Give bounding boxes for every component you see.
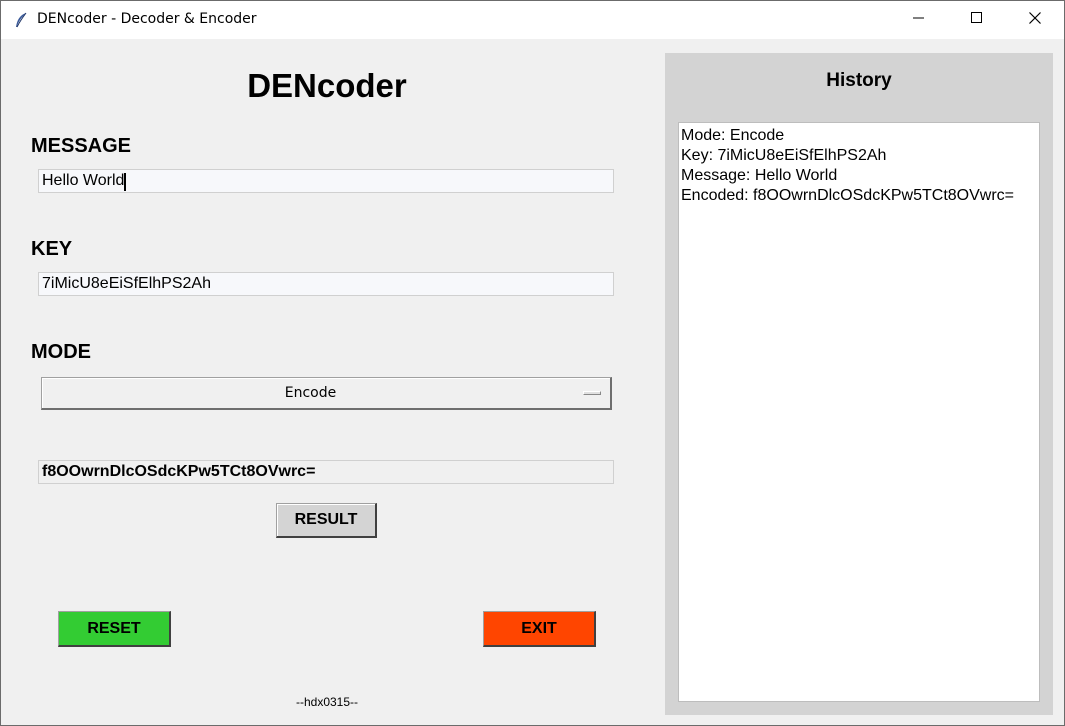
close-icon <box>1029 11 1041 29</box>
minimize-button[interactable] <box>890 1 948 39</box>
title-bar: DENcoder - Decoder & Encoder <box>1 1 1064 39</box>
history-line-mode: Mode: Encode <box>681 127 785 144</box>
message-label: MESSAGE <box>31 135 132 157</box>
close-button[interactable] <box>1006 1 1064 39</box>
history-title: History <box>826 70 892 91</box>
app-window: DENcoder - Decoder & Encoder DENcoder ME… <box>0 0 1065 726</box>
maximize-icon <box>971 11 983 29</box>
exit-button[interactable]: EXIT <box>483 611 596 647</box>
option-menu-indicator-icon <box>583 391 601 395</box>
history-line-message: Message: Hello World <box>681 167 838 184</box>
history-line-key: Key: 7iMicU8eEiSfElhPS2Ah <box>681 147 887 164</box>
mode-select[interactable]: Encode <box>41 377 612 410</box>
app-title: DENcoder <box>247 67 407 104</box>
history-panel: History Mode: Encode Key: 7iMicU8eEiSfEl… <box>665 53 1053 715</box>
window-title: DENcoder - Decoder & Encoder <box>37 11 257 27</box>
key-input[interactable] <box>38 272 614 296</box>
mode-label: MODE <box>31 341 91 363</box>
result-button[interactable]: RESULT <box>276 503 377 538</box>
minimize-icon <box>913 11 925 29</box>
history-textbox[interactable]: Mode: Encode Key: 7iMicU8eEiSfElhPS2Ah M… <box>678 122 1040 702</box>
credit-text: --hdx0315-- <box>295 695 359 709</box>
reset-button[interactable]: RESET <box>58 611 171 647</box>
text-caret <box>124 173 126 191</box>
history-line-encoded: Encoded: f8OOwrnDlcOSdcKPw5TCt8OVwrc= <box>681 187 1015 204</box>
mode-selected-value: Encode <box>284 385 337 401</box>
result-output[interactable] <box>38 460 614 484</box>
key-label: KEY <box>31 238 73 260</box>
maximize-button[interactable] <box>948 1 1006 39</box>
feather-icon <box>14 12 28 28</box>
